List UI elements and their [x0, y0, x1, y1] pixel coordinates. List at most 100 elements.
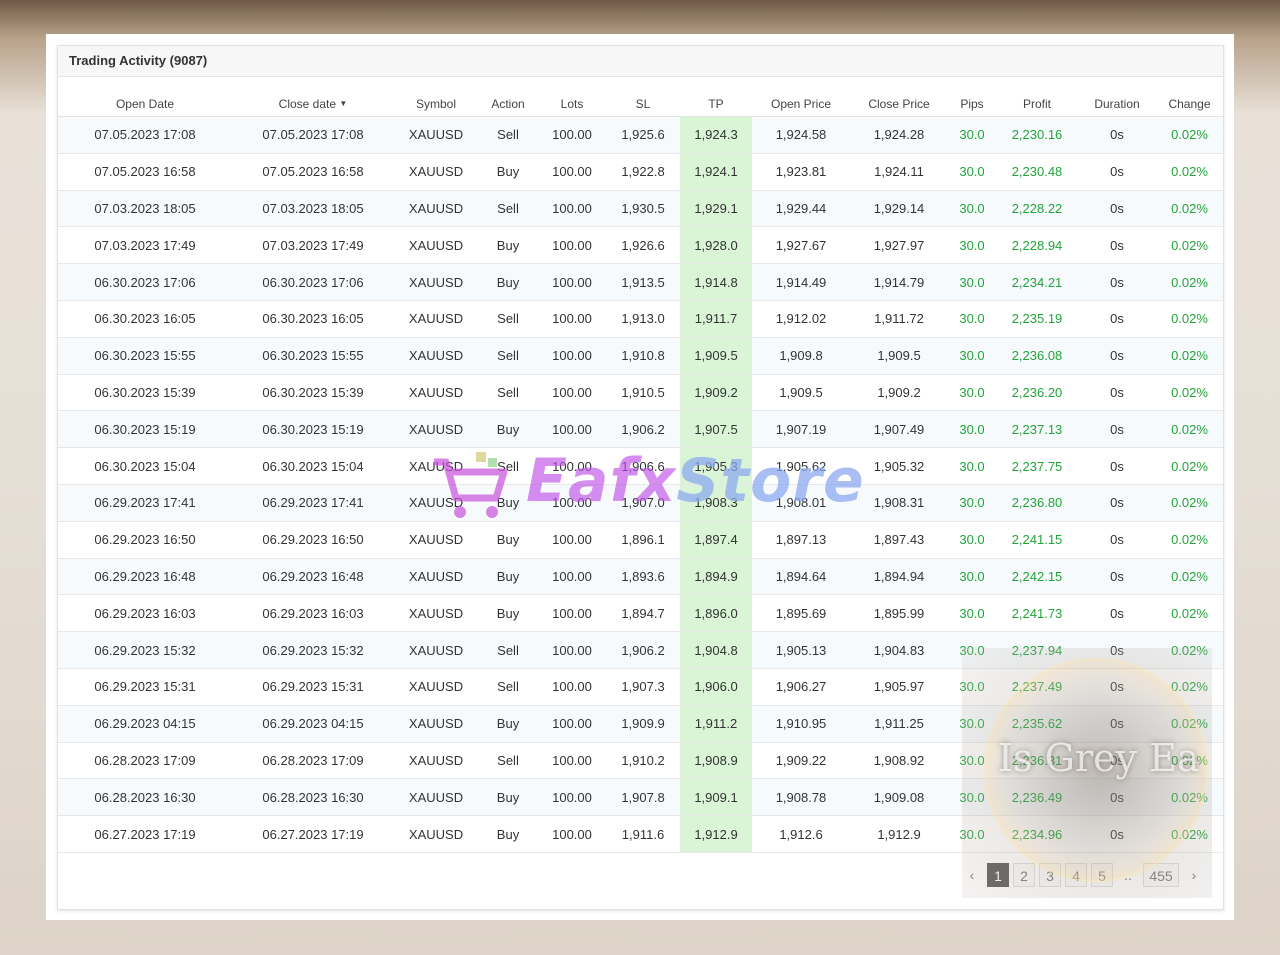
table-row[interactable]: 06.30.2023 15:04 06.30.2023 15:04 XAUUSD Se… — [58, 447, 1223, 485]
cell-lots: 100.00 — [538, 484, 606, 522]
page-3[interactable]: 3 — [1039, 863, 1061, 887]
cell-tp: 1,911.2 — [680, 705, 752, 743]
cell-open-date: 06.30.2023 15:19 — [58, 410, 232, 449]
cell-pips: 30.0 — [948, 337, 996, 375]
table-row[interactable]: 06.29.2023 15:32 06.29.2023 15:32 XAUUSD Se… — [58, 631, 1223, 669]
page-last[interactable]: 455 — [1143, 863, 1179, 887]
table-row[interactable]: 06.29.2023 17:41 06.29.2023 17:41 XAUUSD Bu… — [58, 484, 1223, 522]
cell-duration: 0s — [1078, 521, 1156, 559]
col-change[interactable]: Change — [1156, 92, 1223, 117]
cell-close-price: 1,927.97 — [850, 226, 948, 265]
cell-tp: 1,924.1 — [680, 153, 752, 191]
col-close-date[interactable]: Close date ▼ — [232, 92, 394, 117]
table-row[interactable]: 06.28.2023 16:30 06.28.2023 16:30 XAUUSD Bu… — [58, 778, 1223, 817]
cell-close-date: 06.28.2023 16:30 — [232, 778, 394, 817]
col-action[interactable]: Action — [478, 92, 538, 117]
cell-open-price: 1,897.13 — [752, 521, 850, 559]
table-row[interactable]: 06.29.2023 15:31 06.29.2023 15:31 XAUUSD Se… — [58, 668, 1223, 706]
cell-change: 0.02% — [1156, 410, 1223, 449]
cell-tp: 1,905.3 — [680, 447, 752, 485]
cell-pips: 30.0 — [948, 521, 996, 559]
cell-duration: 0s — [1078, 374, 1156, 412]
cell-sl: 1,925.6 — [606, 116, 680, 154]
cell-close-price: 1,908.92 — [850, 742, 948, 780]
cell-open-price: 1,912.6 — [752, 815, 850, 853]
col-close-price[interactable]: Close Price — [850, 92, 948, 117]
table-row[interactable]: 06.30.2023 15:39 06.30.2023 15:39 XAUUSD Se… — [58, 374, 1223, 412]
cell-lots: 100.00 — [538, 337, 606, 375]
cell-change: 0.02% — [1156, 226, 1223, 265]
table-row[interactable]: 07.03.2023 17:49 07.03.2023 17:49 XAUUSD Bu… — [58, 226, 1223, 265]
cell-pips: 30.0 — [948, 778, 996, 817]
cell-tp: 1,894.9 — [680, 558, 752, 596]
table-row[interactable]: 06.29.2023 04:15 06.29.2023 04:15 XAUUSD Bu… — [58, 705, 1223, 743]
col-pips[interactable]: Pips — [948, 92, 996, 117]
cell-close-date: 06.30.2023 15:39 — [232, 374, 394, 412]
page-4[interactable]: 4 — [1065, 863, 1087, 887]
cell-profit: 2,237.49 — [996, 668, 1078, 706]
cell-close-price: 1,911.25 — [850, 705, 948, 743]
cell-duration: 0s — [1078, 410, 1156, 449]
cell-change: 0.02% — [1156, 263, 1223, 301]
cell-sl: 1,909.9 — [606, 705, 680, 743]
cell-symbol: XAUUSD — [394, 742, 478, 780]
table-row[interactable]: 07.03.2023 18:05 07.03.2023 18:05 XAUUSD Se… — [58, 190, 1223, 228]
table-row[interactable]: 06.30.2023 15:55 06.30.2023 15:55 XAUUSD Se… — [58, 337, 1223, 375]
cell-tp: 1,897.4 — [680, 521, 752, 559]
cell-close-price: 1,908.31 — [850, 484, 948, 522]
cell-open-date: 06.27.2023 17:19 — [58, 815, 232, 853]
table-row[interactable]: 06.29.2023 16:03 06.29.2023 16:03 XAUUSD Bu… — [58, 594, 1223, 633]
col-duration[interactable]: Duration — [1078, 92, 1156, 117]
table-row[interactable]: 06.29.2023 16:50 06.29.2023 16:50 XAUUSD Bu… — [58, 521, 1223, 559]
cell-close-date: 06.29.2023 16:48 — [232, 558, 394, 596]
cell-action: Buy — [478, 484, 538, 522]
cell-open-price: 1,906.27 — [752, 668, 850, 706]
col-symbol[interactable]: Symbol — [394, 92, 478, 117]
pagination-next[interactable]: › — [1183, 863, 1205, 887]
cell-close-date: 06.29.2023 15:32 — [232, 631, 394, 669]
cell-profit: 2,228.22 — [996, 190, 1078, 228]
table-row[interactable]: 06.29.2023 16:48 06.29.2023 16:48 XAUUSD Bu… — [58, 558, 1223, 596]
page-1[interactable]: 1 — [987, 863, 1009, 887]
cell-sl: 1,893.6 — [606, 558, 680, 596]
cell-open-price: 1,895.69 — [752, 594, 850, 633]
table-row[interactable]: 06.30.2023 17:06 06.30.2023 17:06 XAUUSD Bu… — [58, 263, 1223, 301]
cell-symbol: XAUUSD — [394, 410, 478, 449]
table-row[interactable]: 07.05.2023 16:58 07.05.2023 16:58 XAUUSD Bu… — [58, 153, 1223, 191]
cell-open-price: 1,909.5 — [752, 374, 850, 412]
table-row[interactable]: 07.05.2023 17:08 07.05.2023 17:08 XAUUSD Se… — [58, 116, 1223, 154]
table-row[interactable]: 06.27.2023 17:19 06.27.2023 17:19 XAUUSD Bu… — [58, 815, 1223, 853]
pagination-prev[interactable]: ‹ — [961, 863, 983, 887]
cell-lots: 100.00 — [538, 521, 606, 559]
cell-sl: 1,907.8 — [606, 778, 680, 817]
cell-duration: 0s — [1078, 742, 1156, 780]
cell-open-date: 06.28.2023 16:30 — [58, 778, 232, 817]
col-open-price[interactable]: Open Price — [752, 92, 850, 117]
table-row[interactable]: 06.28.2023 17:09 06.28.2023 17:09 XAUUSD Se… — [58, 742, 1223, 780]
cell-sl: 1,930.5 — [606, 190, 680, 228]
cell-duration: 0s — [1078, 631, 1156, 669]
page-2[interactable]: 2 — [1013, 863, 1035, 887]
cell-close-date: 06.30.2023 15:19 — [232, 410, 394, 449]
cell-change: 0.02% — [1156, 815, 1223, 853]
cell-duration: 0s — [1078, 226, 1156, 265]
table-row[interactable]: 06.30.2023 15:19 06.30.2023 15:19 XAUUSD Bu… — [58, 410, 1223, 449]
cell-pips: 30.0 — [948, 116, 996, 154]
col-tp[interactable]: TP — [680, 92, 752, 117]
cell-change: 0.02% — [1156, 631, 1223, 669]
cell-action: Buy — [478, 410, 538, 449]
table-row[interactable]: 06.30.2023 16:05 06.30.2023 16:05 XAUUSD Se… — [58, 300, 1223, 338]
page-5[interactable]: 5 — [1091, 863, 1113, 887]
cell-pips: 30.0 — [948, 594, 996, 633]
col-open-date[interactable]: Open Date — [58, 92, 232, 117]
col-sl[interactable]: SL — [606, 92, 680, 117]
cell-close-date: 07.05.2023 16:58 — [232, 153, 394, 191]
cell-tp: 1,908.9 — [680, 742, 752, 780]
cell-lots: 100.00 — [538, 447, 606, 485]
cell-pips: 30.0 — [948, 374, 996, 412]
col-profit[interactable]: Profit — [996, 92, 1078, 117]
col-lots[interactable]: Lots — [538, 92, 606, 117]
cell-duration: 0s — [1078, 263, 1156, 301]
cell-action: Sell — [478, 631, 538, 669]
cell-profit: 2,235.19 — [996, 300, 1078, 338]
